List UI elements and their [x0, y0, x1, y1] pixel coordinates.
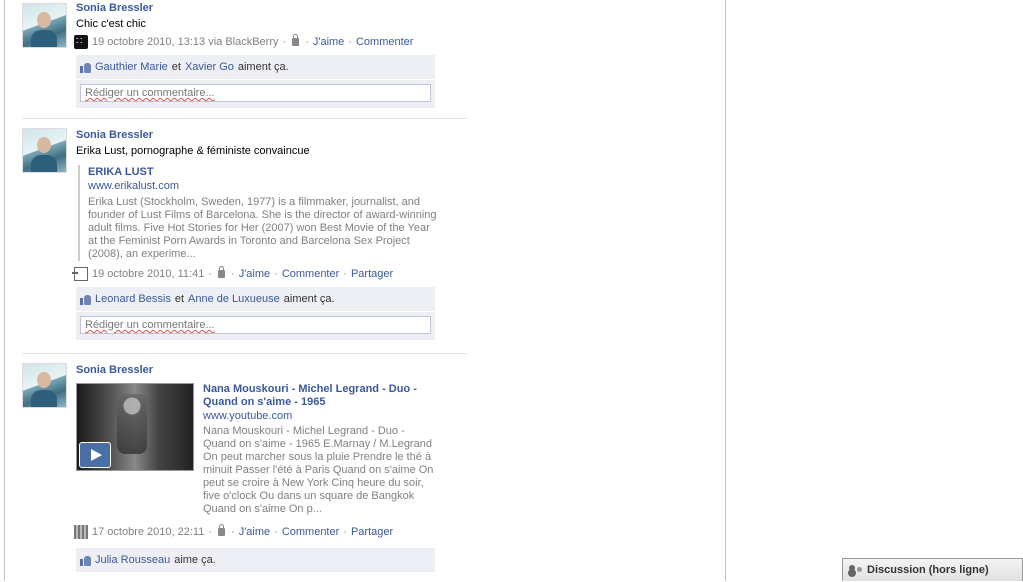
feed-story: Sonia Bressler Nana Mouskouri - Michel L… [22, 353, 468, 582]
chat-bar[interactable]: Discussion (hors ligne) [842, 558, 1023, 581]
story-timestamp: 17 octobre 2010, 22:11 [92, 526, 205, 538]
like-link[interactable]: J'aime [239, 525, 270, 539]
story-meta: 19 octobre 2010, 13:13 via BlackBerry · … [74, 34, 468, 49]
video-info: Nana Mouskouri - Michel Legrand - Duo - … [203, 383, 435, 516]
story-message: Chic c'est chic [76, 18, 146, 30]
attachment-url[interactable]: www.erikalust.com [88, 179, 438, 193]
likes-bar: Leonard Bessis et Anne de Luxueuse aimen… [76, 287, 435, 311]
like-link[interactable]: J'aime [239, 267, 270, 281]
comment-link[interactable]: Commenter [282, 525, 339, 539]
chat-users-icon [849, 565, 863, 575]
liker-link[interactable]: Julia Rousseau [95, 553, 170, 567]
video-title[interactable]: Nana Mouskouri - Michel Legrand - Duo - … [203, 383, 435, 409]
left-border [4, 0, 5, 581]
link-icon [72, 267, 88, 281]
feed-story: Sonia Bressler Erika Lust, pornographe &… [22, 118, 468, 353]
comment-box: Rédiger un commentaire... [76, 80, 435, 108]
feed-story: Sonia Bressler Chic c'est chic 19 octobr… [22, 0, 468, 118]
comment-input[interactable]: Rédiger un commentaire... [80, 84, 431, 102]
thumbs-up-icon [80, 294, 91, 305]
story-timestamp: 19 octobre 2010, 13:13 via BlackBerry [92, 36, 279, 48]
link-attachment: ERIKA LUST www.erikalust.com Erika Lust … [78, 165, 438, 261]
story-meta: 17 octobre 2010, 22:11 · · J'aime · Comm… [74, 524, 468, 539]
story-author-link[interactable]: Sonia Bressler [76, 128, 468, 142]
right-column-border [725, 0, 726, 581]
avatar[interactable] [22, 363, 67, 408]
chat-label: Discussion (hors ligne) [867, 564, 989, 576]
liker-link[interactable]: Gauthier Marie [95, 60, 168, 74]
story-author-link[interactable]: Sonia Bressler [76, 1, 468, 15]
news-feed: Sonia Bressler Chic c'est chic 19 octobr… [22, 0, 468, 582]
likes-bar: Gauthier Marie et Xavier Go aiment ça. [76, 55, 435, 79]
comment-link[interactable]: Commenter [356, 35, 413, 49]
lock-icon [218, 524, 226, 536]
comment-box: Rédiger un commentaire... [76, 312, 435, 340]
thumbs-up-icon [80, 62, 91, 73]
play-icon[interactable] [79, 442, 111, 468]
video-description: Nana Mouskouri - Michel Legrand - Duo - … [203, 425, 434, 515]
share-link[interactable]: Partager [351, 525, 393, 539]
lock-icon [292, 34, 300, 46]
story-timestamp: 19 octobre 2010, 11:41 [92, 268, 205, 280]
story-author-link[interactable]: Sonia Bressler [76, 363, 468, 377]
avatar[interactable] [22, 128, 67, 173]
video-url[interactable]: www.youtube.com [203, 409, 435, 423]
like-link[interactable]: J'aime [313, 35, 344, 49]
liker-link[interactable]: Anne de Luxueuse [188, 292, 280, 306]
avatar[interactable] [22, 3, 67, 48]
story-meta: 19 octobre 2010, 11:41 · · J'aime · Comm… [72, 266, 468, 281]
story-message: Erika Lust, pornographe & féministe conv… [76, 145, 310, 157]
likes-bar: Julia Rousseau aime ça. [76, 548, 435, 572]
video-attachment: Nana Mouskouri - Michel Legrand - Duo - … [76, 383, 468, 516]
comment-link[interactable]: Commenter [282, 267, 339, 281]
share-link[interactable]: Partager [351, 267, 393, 281]
lock-icon [218, 266, 226, 278]
video-icon [74, 525, 88, 539]
attachment-description: Erika Lust (Stockholm, Sweden, 1977) is … [88, 196, 437, 260]
liker-link[interactable]: Leonard Bessis [95, 292, 171, 306]
attachment-title[interactable]: ERIKA LUST [88, 165, 438, 179]
liker-link[interactable]: Xavier Go [185, 60, 234, 74]
thumbs-up-icon [80, 555, 91, 566]
comment-input[interactable]: Rédiger un commentaire... [80, 316, 431, 334]
blackberry-icon [74, 35, 88, 49]
video-thumbnail[interactable] [76, 383, 194, 471]
